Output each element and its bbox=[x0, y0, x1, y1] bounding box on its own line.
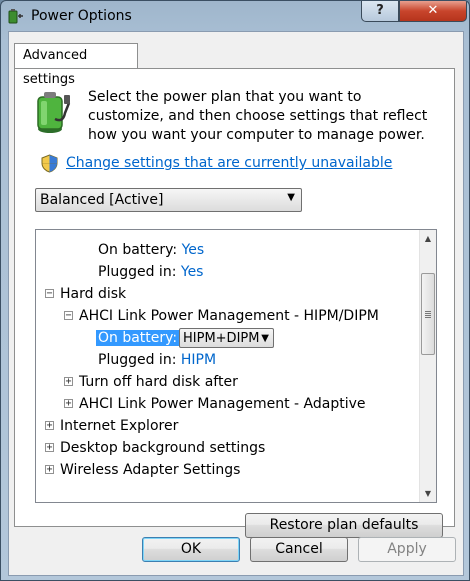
power-plan-value: Balanced [Active] bbox=[40, 192, 164, 208]
setting-label: Plugged in: bbox=[98, 264, 177, 280]
tree-node-hard-disk[interactable]: − Hard disk bbox=[45, 283, 127, 305]
uac-shield-icon bbox=[41, 154, 58, 173]
scroll-up-icon[interactable]: ▲ bbox=[420, 230, 436, 247]
battery-plug-icon bbox=[37, 92, 71, 133]
setting-label: Plugged in: bbox=[98, 352, 177, 368]
tree-node-ahci-adaptive[interactable]: + AHCI Link Power Management - Adaptive bbox=[64, 393, 366, 415]
power-plan-select[interactable]: Balanced [Active] ▼ bbox=[35, 188, 302, 212]
tree-node-wireless-adapter[interactable]: + Wireless Adapter Settings bbox=[45, 459, 241, 481]
tab-panel: Select the power plan that you want to c… bbox=[14, 68, 455, 538]
dropdown-arrow-icon: ▼ bbox=[287, 192, 295, 203]
tree-node-turn-off-hard-disk[interactable]: + Turn off hard disk after bbox=[64, 371, 238, 393]
dialog-client: Advanced settings Select the power plan … bbox=[8, 31, 464, 576]
setting-value-link[interactable]: Yes bbox=[182, 242, 205, 258]
settings-tree[interactable]: On battery: Yes Plugged in: Yes − Hard d… bbox=[35, 229, 437, 503]
expand-toggle[interactable]: + bbox=[64, 377, 73, 387]
window-title: Power Options bbox=[31, 8, 132, 24]
thumb-grip bbox=[425, 315, 431, 316]
collapse-toggle[interactable]: − bbox=[64, 311, 73, 321]
tree-node-internet-explorer[interactable]: + Internet Explorer bbox=[45, 415, 179, 437]
tab-advanced-settings[interactable]: Advanced settings bbox=[14, 43, 138, 87]
close-button[interactable]: ✕ bbox=[399, 1, 467, 22]
expand-toggle[interactable]: + bbox=[45, 443, 54, 453]
thumb-grip bbox=[425, 317, 431, 318]
dropdown-arrow-icon: ▼ bbox=[261, 333, 269, 344]
expand-toggle[interactable]: + bbox=[45, 421, 54, 431]
setting-value-link[interactable]: HIPM bbox=[181, 352, 216, 368]
tree-row-on-battery-top[interactable]: On battery: Yes bbox=[98, 239, 204, 261]
tree-node-label: Wireless Adapter Settings bbox=[60, 462, 241, 478]
tree-node-label: Internet Explorer bbox=[60, 418, 179, 434]
tree-node-label: Desktop background settings bbox=[60, 440, 266, 456]
setting-label: On battery: bbox=[98, 242, 178, 258]
tree-node-ahci-hipm-dipm[interactable]: − AHCI Link Power Management - HIPM/DIPM bbox=[64, 305, 379, 327]
change-settings-link[interactable]: Change settings that are currently unava… bbox=[66, 155, 392, 171]
title-bar[interactable]: Power Options ? ✕ bbox=[1, 1, 469, 31]
on-battery-value-select[interactable]: HIPM+DIPM ▼ bbox=[179, 328, 274, 348]
cancel-button[interactable]: Cancel bbox=[250, 537, 348, 562]
apply-button[interactable]: Apply bbox=[358, 537, 456, 562]
scrollbar-thumb[interactable] bbox=[421, 273, 435, 355]
intro-text: Select the power plan that you want to c… bbox=[88, 89, 428, 143]
vertical-scrollbar[interactable]: ▲ ▼ bbox=[419, 230, 436, 502]
thumb-grip bbox=[425, 313, 431, 314]
collapse-toggle[interactable]: − bbox=[45, 289, 54, 299]
tree-node-label: Turn off hard disk after bbox=[79, 374, 238, 390]
restore-plan-defaults-button[interactable]: Restore plan defaults bbox=[245, 513, 443, 538]
on-battery-value: HIPM+DIPM bbox=[183, 331, 260, 346]
tree-row-plugged-in-selected[interactable]: Plugged in: HIPM bbox=[98, 349, 216, 371]
ok-button[interactable]: OK bbox=[142, 537, 240, 562]
tree-node-label: AHCI Link Power Management - HIPM/DIPM bbox=[79, 308, 379, 324]
power-options-window: Power Options ? ✕ Advanced settings Sele… bbox=[0, 0, 470, 581]
expand-toggle[interactable]: + bbox=[45, 465, 54, 475]
thumb-grip bbox=[425, 311, 431, 312]
power-options-icon bbox=[8, 9, 23, 24]
tree-row-on-battery-selected[interactable]: On battery: bbox=[96, 327, 180, 349]
setting-label-selected: On battery: bbox=[96, 330, 180, 346]
tree-node-label: Hard disk bbox=[60, 286, 127, 302]
scroll-down-icon[interactable]: ▼ bbox=[420, 485, 436, 502]
tree-node-desktop-background[interactable]: + Desktop background settings bbox=[45, 437, 266, 459]
help-button[interactable]: ? bbox=[361, 1, 399, 22]
tree-row-plugged-in-top[interactable]: Plugged in: Yes bbox=[98, 261, 203, 283]
expand-toggle[interactable]: + bbox=[64, 399, 73, 409]
tree-node-label: AHCI Link Power Management - Adaptive bbox=[79, 396, 366, 412]
setting-value-link[interactable]: Yes bbox=[181, 264, 204, 280]
